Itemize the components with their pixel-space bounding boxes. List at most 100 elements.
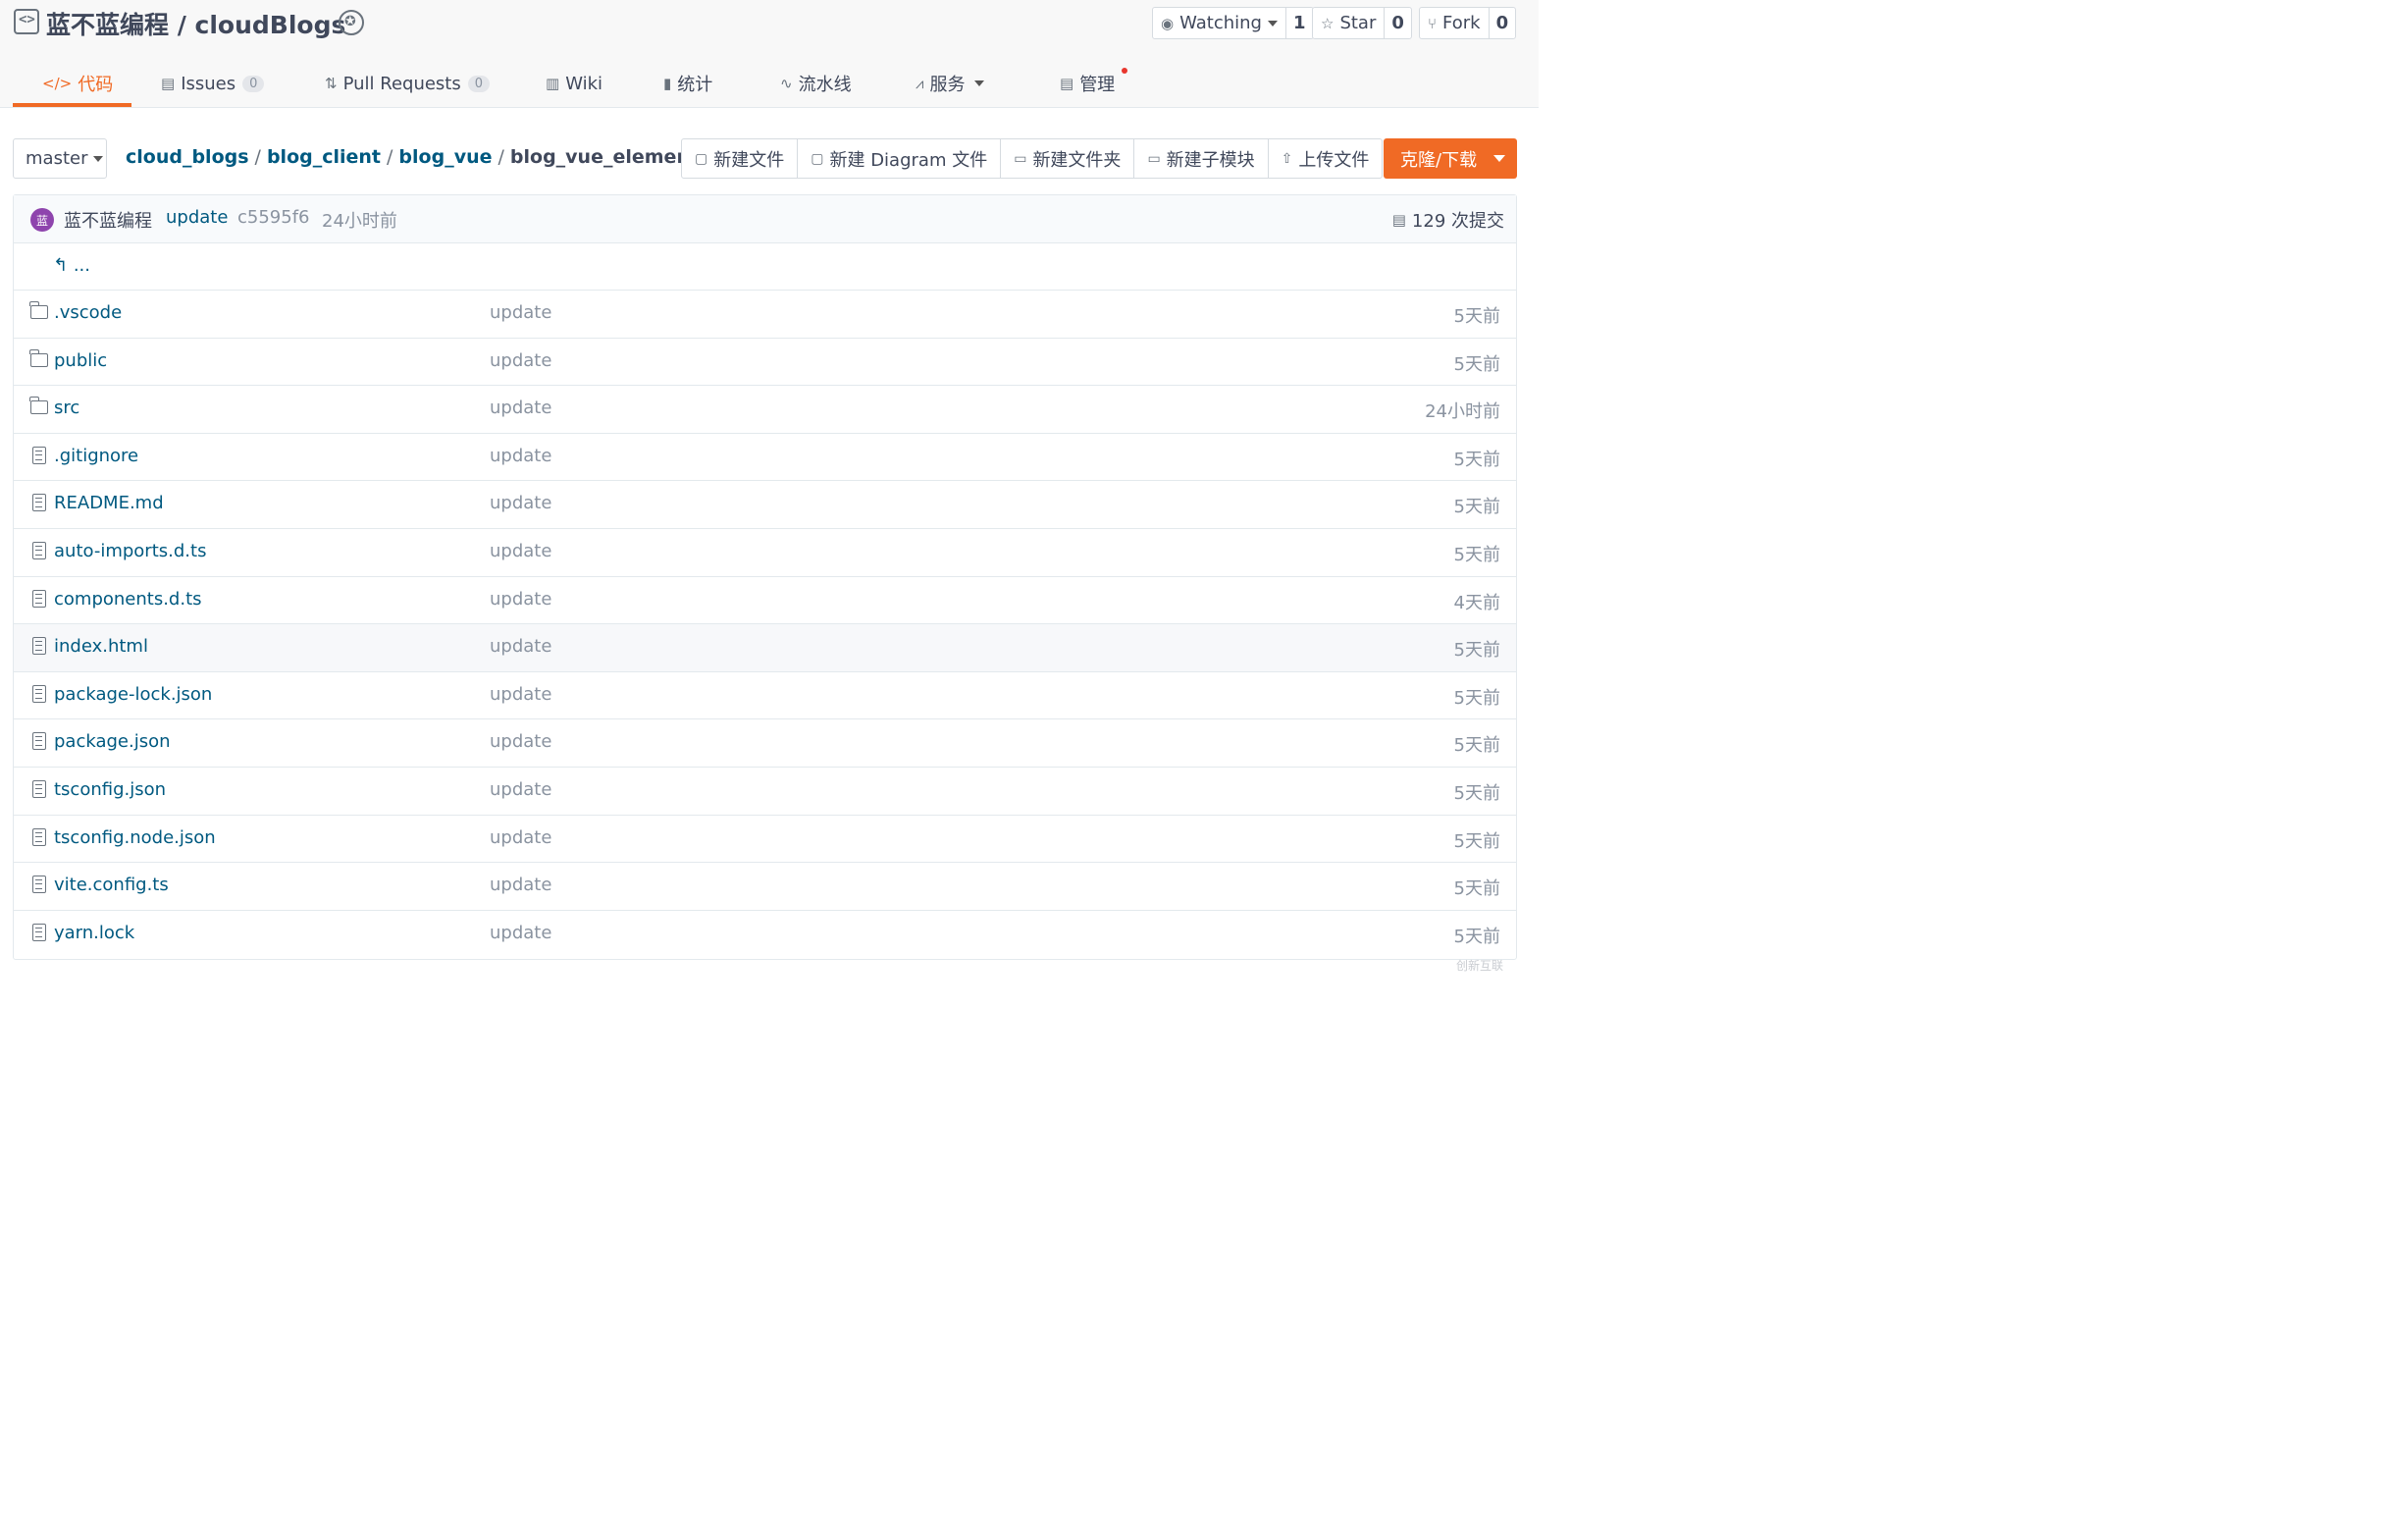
tab-label: 管理 [1079,75,1116,95]
award-badge-icon[interactable]: ✪ [339,10,364,35]
new-file-button[interactable]: ▢ 新建文件 [682,139,797,178]
file-commit-message[interactable]: update [490,350,551,371]
commit-message[interactable]: update [166,207,228,228]
file-commit-message[interactable]: update [490,684,551,705]
file-name-link[interactable]: tsconfig.node.json [54,827,216,848]
commit-author[interactable]: 蓝不蓝编程 [64,207,152,233]
latest-commit-bar: 蓝 蓝不蓝编程 update c5595f6 24小时前 ▤ 129 次提交 [14,195,1516,243]
tab-wiki[interactable]: ▥ Wiki [546,67,602,100]
clone-download-button[interactable]: 克隆/下载 [1384,138,1517,179]
commit-count: 129 次提交 [1411,211,1504,232]
table-row[interactable]: package-lock.json update 5天前 [14,672,1516,720]
table-row[interactable]: tsconfig.node.json update 5天前 [14,816,1516,864]
table-row[interactable]: .vscode update 5天前 [14,291,1516,339]
file-commit-message[interactable]: update [490,636,551,657]
file-icon [30,494,48,512]
file-rows: .vscode update 5天前 public update 5天前 src update… [14,291,1516,958]
parent-dir-link[interactable]: ↰ ... [53,255,90,276]
file-time: 5天前 [1453,878,1500,900]
watch-button[interactable]: ◉ Watching 1 [1152,7,1314,39]
star-count[interactable]: 0 [1384,8,1411,38]
file-icon [30,779,48,798]
file-commit-message[interactable]: update [490,731,551,752]
watch-count[interactable]: 1 [1284,8,1313,38]
file-commit-message[interactable]: update [490,302,551,323]
file-name-link[interactable]: yarn.lock [54,923,134,943]
tab-label: 代码 [78,75,114,95]
table-row[interactable]: .gitignore update 5天前 [14,434,1516,482]
file-name-link[interactable]: auto-imports.d.ts [54,541,206,561]
table-row[interactable]: yarn.lock update 5天前 [14,911,1516,959]
file-time: 5天前 [1453,449,1500,470]
file-name-link[interactable]: package-lock.json [54,684,212,705]
file-commit-message[interactable]: update [490,398,551,418]
file-time: 5天前 [1453,544,1500,565]
file-name-link[interactable]: README.md [54,493,164,513]
file-icon [30,684,48,703]
file-icon [30,923,48,941]
table-row[interactable]: tsconfig.json update 5天前 [14,768,1516,816]
file-time: 4天前 [1453,592,1500,613]
star-button[interactable]: ☆ Star 0 [1312,7,1412,39]
commit-count-link[interactable]: ▤ 129 次提交 [1392,207,1504,233]
file-commit-message[interactable]: update [490,446,551,466]
file-name-link[interactable]: tsconfig.json [54,779,166,800]
file-commit-message[interactable]: update [490,779,551,800]
table-row[interactable]: README.md update 5天前 [14,481,1516,529]
table-row[interactable]: src update 24小时前 [14,386,1516,434]
table-row[interactable]: vite.config.ts update 5天前 [14,863,1516,911]
tab-manage[interactable]: ▤ 管理 [1060,67,1115,100]
table-row[interactable]: components.d.ts update 4天前 [14,577,1516,625]
table-row[interactable]: public update 5天前 [14,339,1516,387]
breadcrumb-blog-vue[interactable]: blog_vue [398,146,492,168]
fork-button[interactable]: ⑂ Fork 0 [1419,7,1517,39]
file-icon [30,541,48,559]
file-name-link[interactable]: vite.config.ts [54,875,169,895]
tab-pull-requests[interactable]: ⇅ Pull Requests 0 [325,67,491,100]
tab-services[interactable]: ⩘ 服务 [916,67,985,100]
breadcrumb-blog-client[interactable]: blog_client [267,146,381,168]
parent-dir-row[interactable]: ↰ ... [14,243,1516,291]
file-commit-message[interactable]: update [490,827,551,848]
new-folder-button[interactable]: ▭ 新建文件夹 [1000,139,1133,178]
file-commit-message[interactable]: update [490,875,551,895]
file-commit-message[interactable]: update [490,923,551,943]
file-toolbar: ▢ 新建文件 ▢ 新建 Diagram 文件 ▭ 新建文件夹 ▭ 新建子模块 ⇧ 上传文件 [681,138,1384,179]
file-commit-message[interactable]: update [490,589,551,610]
file-name-link[interactable]: index.html [54,636,148,657]
table-row[interactable]: package.json update 5天前 [14,719,1516,768]
tab-label: Wiki [565,73,603,94]
file-name-link[interactable]: .vscode [54,302,122,323]
file-commit-message[interactable]: update [490,493,551,513]
file-name-link[interactable]: public [54,350,107,371]
table-row[interactable]: index.html update 5天前 [14,624,1516,672]
file-commit-message[interactable]: update [490,541,551,561]
new-diagram-button[interactable]: ▢ 新建 Diagram 文件 [797,139,1000,178]
file-name-link[interactable]: src [54,398,79,418]
parent-dir-label: ... [73,255,90,276]
notification-dot [1122,68,1127,74]
file-name-link[interactable]: .gitignore [54,446,138,466]
avatar[interactable]: 蓝 [30,208,54,232]
branch-selector[interactable]: master [13,138,107,179]
file-name-link[interactable]: package.json [54,731,171,752]
table-row[interactable]: auto-imports.d.ts update 5天前 [14,529,1516,577]
pipeline-icon: ∿ [780,75,793,92]
branch-label: master [26,148,88,169]
upload-button[interactable]: ⇧ 上传文件 [1267,139,1383,178]
tab-stats[interactable]: ▮ 统计 [663,67,712,100]
file-list-panel: 蓝 蓝不蓝编程 update c5595f6 24小时前 ▤ 129 次提交 ↰ … [13,194,1517,960]
new-folder-label: 新建文件夹 [1032,149,1122,171]
commit-sha[interactable]: c5595f6 [237,207,310,228]
tab-issues[interactable]: ▤ Issues 0 [161,67,265,100]
repo-title[interactable]: 蓝不蓝编程 / cloudBlogs [46,6,345,41]
active-tab-indicator [13,103,131,107]
tab-code[interactable]: </> 代码 [42,67,113,100]
tab-pipeline[interactable]: ∿ 流水线 [780,67,852,100]
file-time: 5天前 [1453,735,1500,757]
breadcrumb-cloud-blogs[interactable]: cloud_blogs [126,146,249,168]
file-time: 5天前 [1453,353,1500,375]
new-submodule-button[interactable]: ▭ 新建子模块 [1133,139,1267,178]
file-name-link[interactable]: components.d.ts [54,589,202,610]
fork-count[interactable]: 0 [1488,8,1516,38]
